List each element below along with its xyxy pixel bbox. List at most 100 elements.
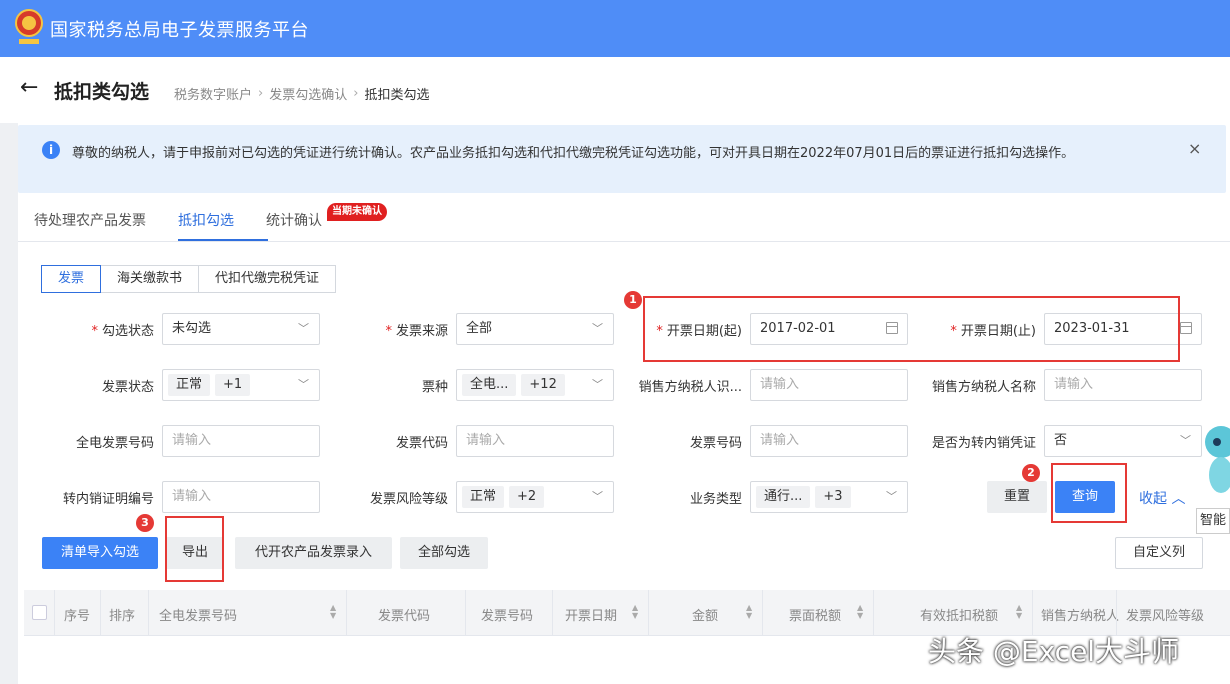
column-header: 发票号码	[481, 609, 534, 624]
highlight-box-export	[165, 516, 224, 582]
tag-chip: 正常	[462, 486, 505, 508]
tag-chip: 正常	[168, 374, 211, 396]
tab-pending-agri[interactable]: 待处理农产品发票	[34, 210, 146, 230]
select-all-checkbox[interactable]	[32, 605, 47, 620]
info-notice: i 尊敬的纳税人，请于申报前对已勾选的凭证进行统计确认。农产品业务抵扣勾选和代扣…	[18, 125, 1226, 193]
reset-button[interactable]: 重置	[987, 481, 1047, 513]
active-tab-indicator	[178, 239, 268, 241]
chevron-right-icon: ›	[353, 86, 359, 101]
top-bar: 国家税务总局电子发票服务平台	[0, 0, 1230, 57]
sort-icon[interactable]: ▲ ▼	[632, 604, 638, 620]
tag-chip: 通行...	[756, 486, 811, 508]
tab-stat-confirm[interactable]: 统计确认	[266, 210, 322, 230]
column-divider	[346, 590, 347, 636]
risk-level-label: 发票风险等级	[369, 492, 448, 507]
column-divider	[648, 590, 649, 636]
chevron-down-icon: ﹀	[1180, 434, 1191, 447]
invoice-status-select[interactable]: 正常 +1 ﹀	[162, 369, 320, 401]
sort-icon[interactable]: ▲ ▼	[746, 604, 752, 620]
invoice-code-input[interactable]: 请输入	[456, 425, 614, 457]
column-header: 销售方纳税人	[1041, 609, 1119, 624]
page-title: 抵扣类勾选	[54, 81, 150, 103]
seller-name-input[interactable]: 请输入	[1044, 369, 1202, 401]
invoice-source-dropdown[interactable]: 全部 ﹀	[456, 313, 614, 345]
subtab-withholding[interactable]: 代扣代缴完税凭证	[198, 265, 337, 293]
highlight-box-dates	[643, 296, 1180, 362]
step-marker-1: 1	[624, 291, 642, 309]
column-header[interactable]: 有效抵扣税额	[920, 605, 998, 624]
chevron-down-icon: ﹀	[592, 490, 603, 503]
chevron-down-icon: ﹀	[592, 322, 603, 335]
business-type-select[interactable]: 通行... +3 ﹀	[750, 481, 908, 513]
column-header[interactable]: 票面税额	[789, 605, 841, 624]
notice-text: 尊敬的纳税人，请于申报前对已勾选的凭证进行统计确认。农产品业务抵扣勾选和代扣代缴…	[72, 146, 1075, 161]
chevron-down-icon: ﹀	[886, 490, 897, 503]
sort-icon[interactable]: ▲ ▼	[1016, 604, 1022, 620]
chevron-down-icon: ﹀	[298, 378, 309, 391]
select-status-label: * 勾选状态	[91, 324, 154, 339]
risk-level-select[interactable]: 正常 +2 ﹀	[456, 481, 614, 513]
seller-tax-id-input[interactable]: 请输入	[750, 369, 908, 401]
page-header: ← 抵扣类勾选 税务数字账户 › 发票勾选确认 › 抵扣类勾选	[0, 57, 1230, 123]
column-divider	[148, 590, 149, 636]
column-header: 发票代码	[378, 609, 431, 624]
invoice-status-label: 发票状态	[101, 380, 154, 395]
collapse-toggle[interactable]: 收起 ︿	[1139, 488, 1185, 508]
invoice-code-label: 发票代码	[395, 436, 448, 451]
watermark-text: 头条 @Excel大斗师	[928, 635, 1180, 668]
step-marker-3: 3	[136, 514, 154, 532]
invoice-no-label: 发票号码	[689, 436, 742, 451]
column-header[interactable]: 金额	[692, 605, 718, 624]
chevron-right-icon: ›	[258, 86, 264, 101]
column-header: 序号	[64, 609, 91, 624]
list-import-button[interactable]: 清单导入勾选	[42, 537, 158, 569]
tag-chip-more: +2	[509, 486, 545, 508]
seller-name-label: 销售方纳税人名称	[931, 380, 1036, 395]
transfer-voucher-dropdown[interactable]: 否 ﹀	[1044, 425, 1202, 457]
breadcrumb-item[interactable]: 税务数字账户	[174, 84, 252, 103]
back-arrow-icon[interactable]: ←	[20, 77, 38, 99]
full-invoice-no-input[interactable]: 请输入	[162, 425, 320, 457]
sort-icon[interactable]: ▲ ▼	[857, 604, 863, 620]
sort-icon[interactable]: ▲ ▼	[330, 604, 336, 620]
breadcrumb: 税务数字账户 › 发票勾选确认 › 抵扣类勾选	[174, 84, 429, 103]
column-header[interactable]: 排序	[109, 605, 135, 624]
business-type-label: 业务类型	[689, 492, 742, 507]
voucher-type-tabs: 发票 海关缴款书 代扣代缴完税凭证	[41, 265, 337, 293]
calendar-icon	[1180, 322, 1192, 334]
select-all-button[interactable]: 全部勾选	[400, 537, 488, 569]
column-divider	[100, 590, 101, 636]
column-header: 发票风险等级	[1126, 609, 1205, 624]
step-marker-2: 2	[1022, 464, 1040, 482]
chevron-down-icon: ﹀	[298, 322, 309, 335]
close-icon[interactable]: ×	[1188, 139, 1201, 158]
ticket-type-label: 票种	[421, 380, 448, 395]
tab-deduction-select[interactable]: 抵扣勾选	[178, 210, 234, 230]
subtab-customs[interactable]: 海关缴款书	[100, 265, 200, 293]
full-invoice-no-label: 全电发票号码	[75, 436, 154, 451]
column-divider	[762, 590, 763, 636]
column-header[interactable]: 开票日期	[565, 605, 617, 624]
select-status-dropdown[interactable]: 未勾选 ﹀	[162, 313, 320, 345]
tag-chip: 全电...	[462, 374, 517, 396]
breadcrumb-item[interactable]: 发票勾选确认	[269, 84, 347, 103]
custom-columns-button[interactable]: 自定义列	[1115, 537, 1203, 569]
transfer-cert-input[interactable]: 请输入	[162, 481, 320, 513]
tax-emblem-logo	[14, 8, 44, 48]
chevron-down-icon: ﹀	[592, 378, 603, 391]
tag-chip-more: +12	[521, 374, 565, 396]
column-divider	[465, 590, 466, 636]
assistant-label[interactable]: 智能	[1196, 508, 1230, 534]
breadcrumb-current: 抵扣类勾选	[364, 88, 430, 103]
highlight-box-query	[1051, 463, 1127, 523]
ticket-type-select[interactable]: 全电... +12 ﹀	[456, 369, 614, 401]
chevron-up-icon: ︿	[1171, 491, 1186, 507]
agri-entry-button[interactable]: 代开农产品发票录入	[235, 537, 392, 569]
tag-chip-more: +1	[215, 374, 251, 396]
collapse-label: 收起	[1139, 491, 1167, 507]
column-divider	[552, 590, 553, 636]
app-title: 国家税务总局电子发票服务平台	[50, 20, 309, 41]
subtab-invoice[interactable]: 发票	[41, 265, 102, 293]
column-header[interactable]: 全电发票号码	[159, 605, 237, 624]
invoice-no-input[interactable]: 请输入	[750, 425, 908, 457]
